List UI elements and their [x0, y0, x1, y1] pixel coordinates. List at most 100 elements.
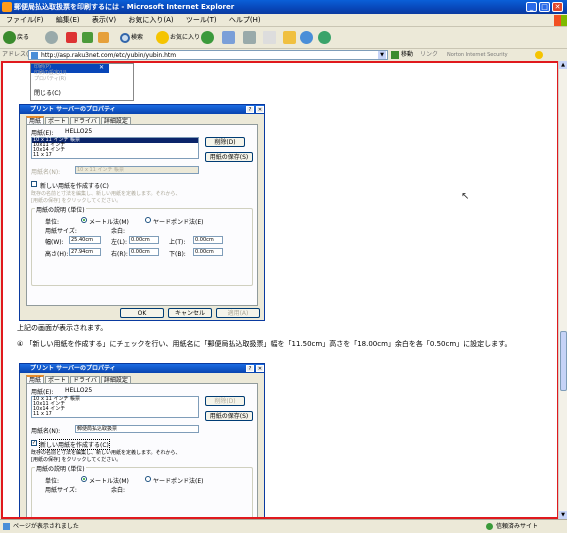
top-margin-label: 上(T): [169, 239, 186, 246]
forward-arrow-icon [45, 31, 58, 44]
margins-label: 余白: [111, 228, 126, 235]
mail-button[interactable] [222, 30, 236, 46]
close-button[interactable]: ✕ [552, 2, 563, 12]
menu-properties[interactable]: プロパティ(R) [34, 77, 66, 82]
home-button[interactable] [98, 30, 110, 46]
width-label: 幅(W): [45, 239, 64, 246]
form-name-field[interactable]: 郵便局払込取扱票 [75, 425, 199, 433]
status-text: ページが表示されました [13, 523, 79, 530]
height-field[interactable]: 27.94cm [69, 248, 101, 256]
menu-view[interactable]: 表示(V) [92, 16, 116, 24]
menu-favorites[interactable]: お気に入り(A) [128, 16, 173, 24]
save-form-button[interactable]: 用紙の保存(S) [205, 152, 253, 162]
dialog-close-button[interactable]: ✕ [256, 365, 264, 372]
people-icon [318, 31, 331, 44]
folder-button[interactable] [283, 30, 297, 46]
tab-row: 用紙 ポート ドライバ 詳細設定 [26, 375, 132, 384]
dialog-title: プリント サーバーのプロパティ [20, 364, 264, 373]
refresh-button[interactable] [82, 30, 94, 46]
links-label[interactable]: リンク [420, 49, 438, 61]
forms-list[interactable]: 10 x 11 インチ 帳票 10x11 インチ 10x14 インチ 11 x … [31, 137, 199, 159]
english-label: ヤードポンド法(E) [153, 478, 204, 485]
back-button[interactable]: 戻る [3, 30, 29, 46]
tool-extra-button[interactable] [318, 30, 332, 46]
metric-radio[interactable] [81, 217, 87, 223]
vertical-scrollbar[interactable]: ▲ ▼ [558, 61, 567, 519]
tab-forms[interactable]: 用紙 [26, 375, 45, 384]
document-icon [263, 31, 276, 44]
favorites-button[interactable]: お気に入り [156, 30, 200, 46]
address-input[interactable]: http://asp.raku3net.com/etc/yubin/yubin.… [28, 50, 388, 60]
width-field[interactable]: 25.40cm [69, 236, 101, 244]
bottom-margin-field[interactable]: 0.00cm [193, 248, 223, 256]
form-name-label: 用紙名(N): [31, 169, 61, 176]
forms-list[interactable]: 10 x 11 インチ 帳票 10x11 インチ 10x14 インチ 11 x … [31, 396, 199, 418]
mail-icon [222, 31, 235, 44]
page-icon [31, 52, 38, 59]
apply-button[interactable]: 適用(A) [216, 308, 260, 318]
form-description-label: 用紙の説明 (単位) [35, 205, 86, 214]
form-description-group [31, 208, 253, 286]
print-button[interactable] [243, 30, 257, 46]
tab-panel: 用紙(E): HELLO25 10 x 11 インチ 帳票 10x11 インチ … [26, 383, 258, 517]
page-done-icon [3, 523, 10, 530]
ok-button[interactable]: OK [120, 308, 164, 318]
server-name: HELLO25 [65, 387, 93, 394]
scroll-up-icon[interactable]: ▲ [559, 61, 567, 69]
menu-help[interactable]: ヘルプ(H) [229, 16, 261, 24]
mouse-cursor-icon: ↖ [461, 191, 470, 202]
create-new-form-checkbox[interactable]: ✓ [31, 440, 37, 446]
menu-tools[interactable]: ツール(T) [186, 16, 217, 24]
help-button[interactable]: ? [246, 365, 254, 372]
history-icon [201, 31, 214, 44]
stop-icon [66, 32, 77, 43]
metric-radio[interactable] [81, 476, 87, 482]
create-new-form-checkbox[interactable] [31, 181, 37, 187]
list-item[interactable]: 11 x 17 [32, 153, 198, 158]
norton-icon[interactable] [535, 51, 543, 59]
cancel-button[interactable]: キャンセル [168, 308, 212, 318]
dialog-close-button[interactable]: ✕ [256, 106, 264, 113]
menu-edit[interactable]: 編集(E) [56, 16, 80, 24]
search-button[interactable]: 検索 [120, 30, 143, 46]
english-radio[interactable] [145, 476, 151, 482]
margins-label: 余白: [111, 487, 126, 494]
form-name-field[interactable]: 10 x 11 インチ 帳票 [75, 166, 199, 174]
edit-button[interactable] [263, 30, 277, 46]
minimize-button[interactable]: _ [526, 2, 537, 12]
metric-label: メートル法(M) [89, 478, 129, 485]
units-label: 単位: [45, 478, 60, 485]
menu-close-icon[interactable]: ✕ [99, 64, 104, 71]
units-label: 単位: [45, 219, 60, 226]
messenger-button[interactable] [300, 30, 314, 46]
english-radio[interactable] [145, 217, 151, 223]
menu-file[interactable]: ファイル(F) [6, 16, 44, 24]
metric-label: メートル法(M) [89, 219, 129, 226]
left-margin-field[interactable]: 0.00cm [129, 236, 159, 244]
tab-forms[interactable]: 用紙 [26, 116, 45, 125]
menu-close[interactable]: 閉じる(C) [34, 88, 61, 97]
scrollbar-thumb[interactable] [560, 331, 567, 391]
norton-toolbar[interactable]: Norton Internet Security [447, 49, 508, 61]
caption-text: 上記の画面が表示されます。 [17, 324, 108, 332]
scroll-down-icon[interactable]: ▼ [559, 511, 567, 519]
help-button[interactable]: ? [246, 106, 254, 113]
go-button[interactable]: 移動 [401, 49, 413, 61]
list-item[interactable]: 11 x 17 [32, 412, 198, 417]
delete-button[interactable]: 削除(D) [205, 137, 245, 147]
save-form-button[interactable]: 用紙の保存(S) [205, 411, 253, 421]
form-name-label: 用紙名(N): [31, 428, 61, 435]
status-bar: ページが表示されました 信頼済みサイト [0, 519, 567, 533]
create-new-form-label: 新しい用紙を作成する(C) [39, 439, 110, 450]
top-margin-field[interactable]: 0.00cm [193, 236, 223, 244]
history-button[interactable] [201, 30, 215, 46]
go-arrow-icon[interactable] [391, 51, 399, 59]
chevron-down-icon[interactable]: ▼ [378, 51, 386, 59]
stop-button[interactable] [66, 30, 78, 46]
page-content: ✕ 印刷(P) 印刷の設定(U) プロパティ(R) 閉じる(C) プリント サー… [1, 61, 559, 519]
hint-text: 既存の名前と寸法を編集し、新しい用紙を定義します。それから、[用紙の保存] をク… [31, 450, 181, 463]
delete-button[interactable]: 削除(D) [205, 396, 245, 406]
maximize-button[interactable]: □ [539, 2, 550, 12]
forward-button[interactable] [45, 30, 59, 46]
right-margin-field[interactable]: 0.00cm [129, 248, 159, 256]
